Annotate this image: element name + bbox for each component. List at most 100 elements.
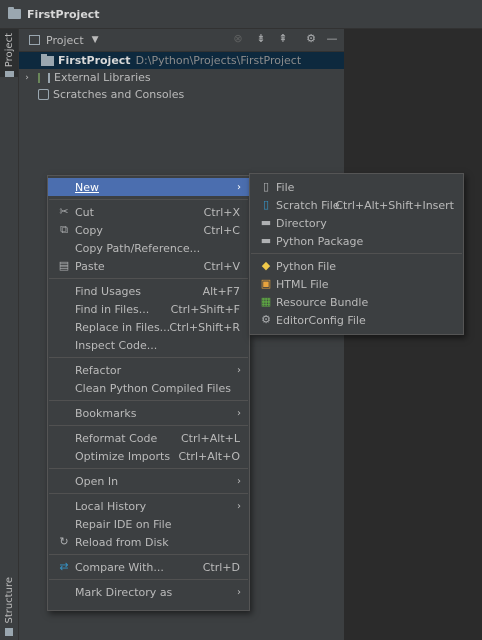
submenu-item-editorconfig[interactable]: ⚙ EditorConfig File [250,311,463,329]
menu-item-find-usages[interactable]: Find Usages Alt+F7 [48,282,249,300]
menu-item-label: Clean Python Compiled Files [75,381,231,395]
tab-project-label: Project [3,33,15,68]
html-icon: ▣ [260,277,272,290]
left-tool-strip: Project Structure [0,29,19,640]
project-view-icon [29,35,40,45]
menu-item-label: Find in Files... [75,302,150,316]
menu-item-refactor[interactable]: Refactor › [48,361,249,379]
menu-item-label: Scratch File [276,198,340,212]
menu-item-label: New [75,180,99,194]
submenu-item-html-file[interactable]: ▣ HTML File [250,275,463,293]
shortcut: Ctrl+C [203,223,240,237]
shortcut: Ctrl+Shift+F [170,302,240,316]
menu-item-repair-ide[interactable]: Repair IDE on File [48,515,249,533]
menu-item-local-history[interactable]: Local History › [48,497,249,515]
tree-item-label: FirstProject [58,54,131,67]
menu-item-label: Python Package [276,234,364,248]
chevron-right-icon: › [237,364,241,376]
menu-item-bookmarks[interactable]: Bookmarks › [48,404,249,422]
submenu-item-scratch-file[interactable]: ▯ Scratch File Ctrl+Alt+Shift+Insert [250,196,463,214]
folder-icon [8,7,21,19]
chevron-right-icon: › [237,586,241,598]
shortcut: Alt+F7 [202,284,240,298]
compare-icon: ⇄ [59,560,69,573]
tree-item-label: External Libraries [54,71,151,84]
menu-item-new[interactable]: New › [48,178,249,196]
menu-item-label: Local History [75,499,147,513]
menu-item-label: Open In [75,474,119,488]
menu-item-label: Reformat Code [75,431,158,445]
menu-item-label: Optimize Imports [75,449,171,463]
separator [49,278,248,279]
file-icon: ▯ [262,180,270,193]
folder-icon: ▬ [260,216,272,229]
chevron-down-icon[interactable]: ▼ [92,35,99,45]
chevron-right-icon: › [237,407,241,419]
menu-item-inspect-code[interactable]: Inspect Code... [48,336,249,354]
separator [49,199,248,200]
menu-item-label: Python File [276,259,337,273]
expand-all-icon[interactable]: ⇟ [254,32,268,46]
menu-item-label: Refactor [75,363,122,377]
menu-item-open-in[interactable]: Open In › [48,472,249,490]
chevron-right-icon: › [237,500,241,512]
separator [49,579,248,580]
close-circle-icon[interactable]: ⊗ [231,32,245,46]
menu-item-reload-disk[interactable]: ↻ Reload from Disk [48,533,249,551]
menu-item-copy-path[interactable]: Copy Path/Reference... [48,239,249,257]
separator [49,400,248,401]
scratch-file-icon: ▯ [262,198,270,211]
submenu-item-directory[interactable]: ▬ Directory [250,214,463,232]
menu-item-label: Inspect Code... [75,338,158,352]
hide-icon[interactable]: — [325,32,339,46]
view-selector[interactable]: Project [46,34,84,47]
submenu-item-python-package[interactable]: ▬ Python Package [250,232,463,250]
menu-item-reformat-code[interactable]: Reformat Code Ctrl+Alt+L [48,429,249,447]
chevron-right-icon: › [237,475,241,487]
menu-item-label: Cut [75,205,94,219]
gear-icon: ⚙ [261,313,271,326]
tree-item-path: D:\Python\Projects\FirstProject [135,54,302,67]
tree-item-external-libraries[interactable]: › External Libraries [19,69,344,86]
separator [49,468,248,469]
menu-item-label: EditorConfig File [276,313,366,327]
menu-item-replace-in-files[interactable]: Replace in Files... Ctrl+Shift+R [48,318,249,336]
shortcut: Ctrl+X [203,205,240,219]
menu-item-cut[interactable]: ✂ Cut Ctrl+X [48,203,249,221]
tree-item-scratches[interactable]: Scratches and Consoles [19,86,344,103]
tab-project[interactable]: Project [0,29,18,77]
submenu-item-file[interactable]: ▯ File [250,178,463,196]
submenu-item-python-file[interactable]: ◆ Python File [250,257,463,275]
reload-icon: ↻ [59,535,69,548]
menu-item-compare-with[interactable]: ⇄ Compare With... Ctrl+D [48,558,249,576]
paste-icon: ▤ [58,259,70,272]
shortcut: Ctrl+Shift+R [169,320,240,334]
menu-item-label: Replace in Files... [75,320,171,334]
separator [49,357,248,358]
menu-item-label: Mark Directory as [75,585,173,599]
menu-item-find-in-files[interactable]: Find in Files... Ctrl+Shift+F [48,300,249,318]
folder-icon [41,53,54,66]
menu-item-label: Repair IDE on File [75,517,172,531]
menu-item-label: Find Usages [75,284,142,298]
tree-item-firstproject[interactable]: FirstProject D:\Python\Projects\FirstPro… [19,52,344,69]
chevron-right-icon[interactable]: › [22,73,32,83]
menu-item-copy[interactable]: ⧉ Copy Ctrl+C [48,221,249,239]
separator [49,425,248,426]
menu-item-optimize-imports[interactable]: Optimize Imports Ctrl+Alt+O [48,447,249,465]
structure-tab-icon [5,627,13,636]
gear-icon[interactable]: ⚙ [304,32,318,46]
menu-item-label: Resource Bundle [276,295,369,309]
copy-icon: ⧉ [60,223,68,236]
submenu-item-resource-bundle[interactable]: ▦ Resource Bundle [250,293,463,311]
menu-item-mark-directory[interactable]: Mark Directory as › [48,583,249,601]
menu-item-label: Directory [276,216,327,230]
tab-structure[interactable]: Structure [0,577,18,639]
menu-item-paste[interactable]: ▤ Paste Ctrl+V [48,257,249,275]
tab-structure-label: Structure [3,577,15,624]
collapse-all-icon[interactable]: ⇞ [276,32,290,46]
menu-item-clean-compiled[interactable]: Clean Python Compiled Files [48,379,249,397]
shortcut: Ctrl+Alt+Shift+Insert [335,198,454,212]
context-menu: New › ✂ Cut Ctrl+X ⧉ Copy Ctrl+C Copy Pa… [47,175,250,611]
separator [251,253,462,254]
